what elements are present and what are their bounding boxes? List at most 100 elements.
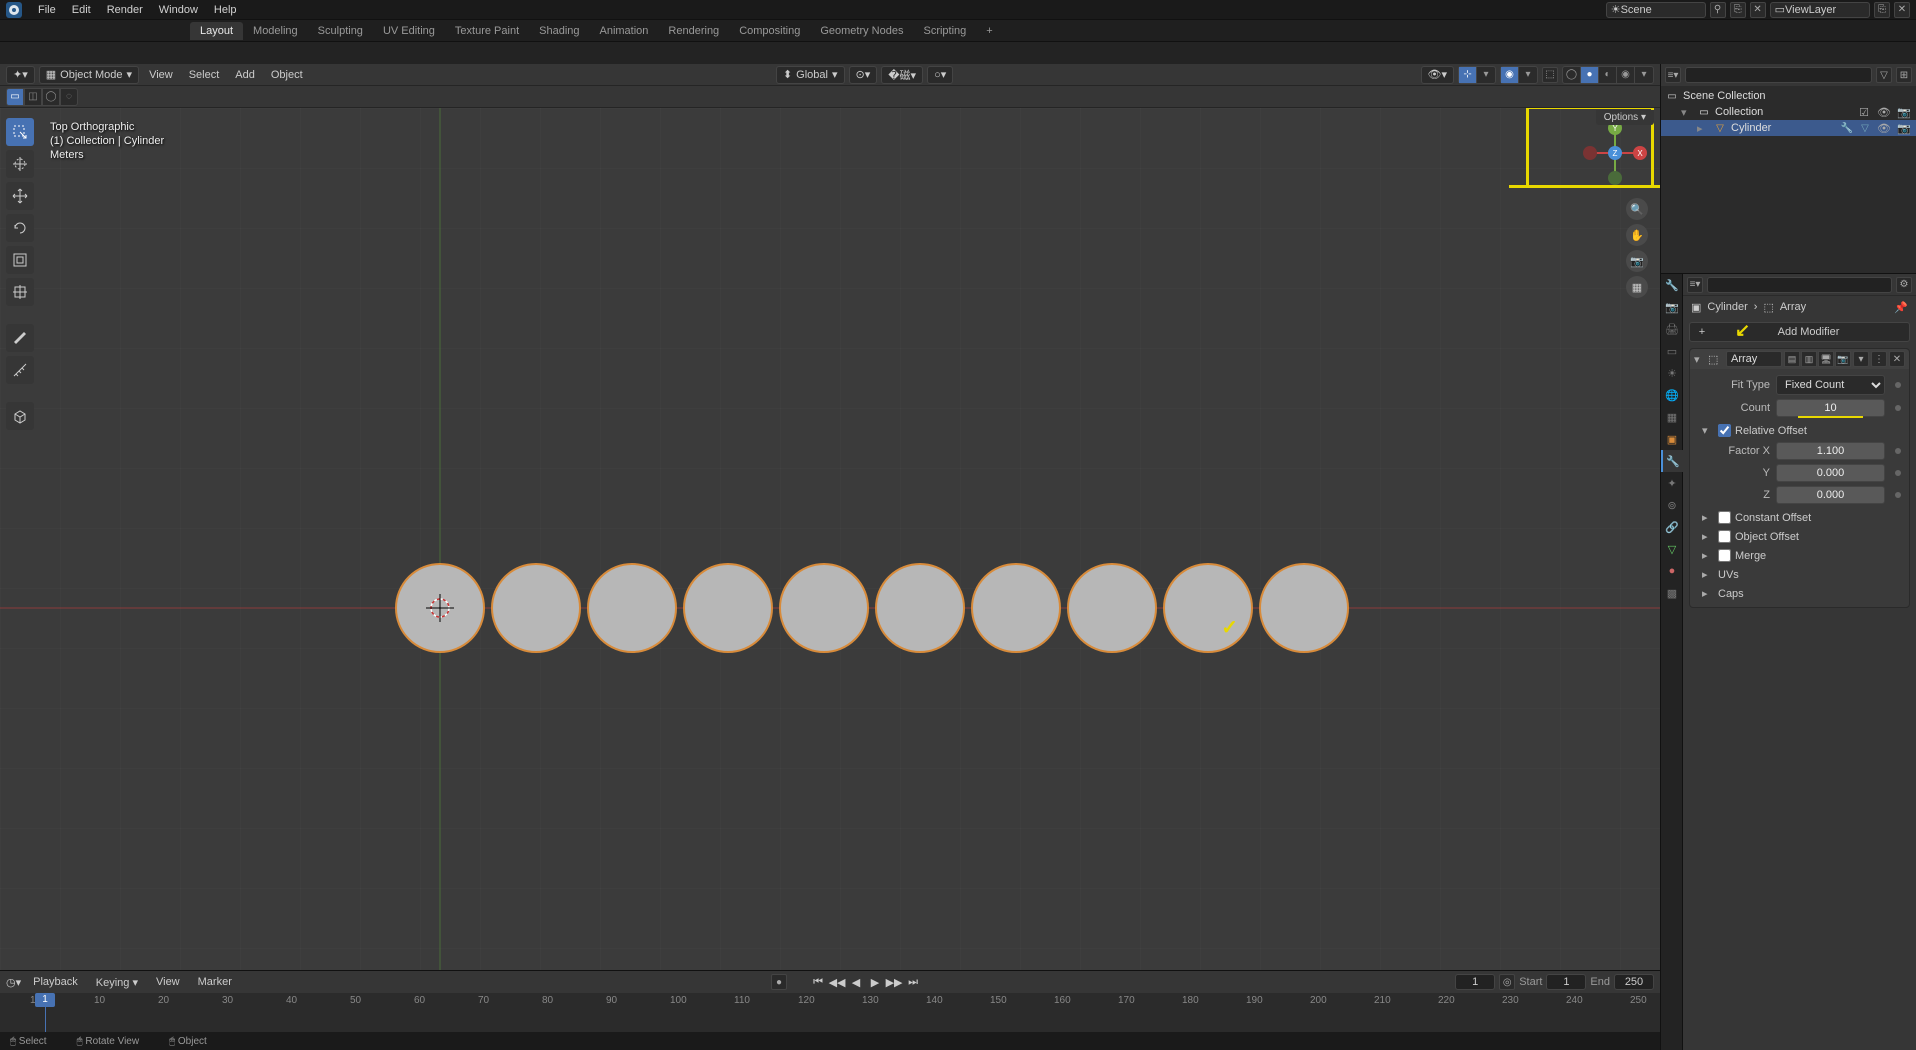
shading-dropdown-icon[interactable]: ▾ [1635, 67, 1653, 83]
playhead[interactable]: 1 [45, 993, 46, 1032]
ptab-tool-icon[interactable]: 🔧 [1661, 274, 1683, 296]
play-icon[interactable]: ▶ [866, 973, 884, 991]
pan-icon[interactable]: ✋ [1626, 224, 1648, 246]
snap-toggle[interactable]: �磁▾ [881, 66, 923, 84]
ptab-collection-icon[interactable]: ▦ [1661, 406, 1683, 428]
ptab-material-icon[interactable]: ● [1661, 560, 1683, 582]
timeline-playback[interactable]: Playback [27, 974, 84, 990]
overlay-icon[interactable]: ◉ [1501, 67, 1519, 83]
ptab-constraints-icon[interactable]: 🔗 [1661, 516, 1683, 538]
viewlayer-selector[interactable]: ▭ [1770, 2, 1870, 18]
outliner-object-cylinder[interactable]: ▸ ▽ Cylinder 🔧 ▽ 👁 📷 [1661, 120, 1916, 136]
shading-solid-icon[interactable]: ● [1581, 67, 1599, 83]
new-viewlayer-icon[interactable]: ⎘ [1874, 2, 1890, 18]
menu-edit[interactable]: Edit [64, 2, 99, 18]
ptab-world-icon[interactable]: 🌐 [1661, 384, 1683, 406]
fit-type-select[interactable]: Fixed Count [1776, 375, 1885, 395]
camera-view-icon[interactable]: 📷 [1626, 250, 1648, 272]
pivot-selector[interactable]: ⊙▾ [849, 66, 878, 84]
outliner-search[interactable] [1685, 67, 1872, 83]
tool-move[interactable] [6, 182, 34, 210]
ptab-texture-icon[interactable]: ▩ [1661, 582, 1683, 604]
tab-texture-paint[interactable]: Texture Paint [445, 22, 529, 40]
expand-toggle-icon[interactable]: ▾ [1681, 106, 1693, 119]
ptab-object-icon[interactable]: ▣ [1661, 428, 1683, 450]
scene-name-input[interactable] [1621, 4, 1701, 16]
tab-scripting[interactable]: Scripting [913, 22, 976, 40]
tab-compositing[interactable]: Compositing [729, 22, 810, 40]
visibility-icon[interactable]: 👁 [1876, 106, 1892, 119]
outliner-collection[interactable]: ▾ ▭ Collection ☑ 👁 📷 [1661, 104, 1916, 120]
visibility-toggle[interactable]: 👁▾ [1421, 66, 1455, 84]
timeline-editor-type-icon[interactable]: ◷▾ [6, 976, 21, 989]
timeline-track[interactable]: 1 11020304050607080901001101201301401501… [0, 993, 1660, 1032]
xray-toggle[interactable]: ⬚ [1542, 67, 1558, 83]
properties-editor-type-icon[interactable]: ≡▾ [1687, 277, 1703, 293]
relative-offset-header[interactable]: ▾ Relative Offset [1698, 421, 1901, 440]
timeline-marker[interactable]: Marker [192, 974, 238, 990]
select-tweak-icon[interactable]: ▭ [6, 88, 24, 106]
caps-header[interactable]: ▸Caps [1698, 584, 1901, 603]
menu-add[interactable]: Add [229, 67, 261, 83]
expand-toggle-icon[interactable]: ▸ [1697, 122, 1709, 135]
mod-ontop-icon[interactable]: ▤ [1784, 351, 1800, 367]
select-circle-icon[interactable]: ◯ [42, 88, 60, 106]
tool-add-primitive[interactable] [6, 402, 34, 430]
mod-extras-icon[interactable]: ⋮ [1871, 351, 1887, 367]
next-key-icon[interactable]: ▶▶ [885, 973, 903, 991]
uvs-header[interactable]: ▸UVs [1698, 565, 1901, 584]
object-offset-checkbox[interactable] [1718, 530, 1731, 543]
delete-scene-icon[interactable]: ✕ [1750, 2, 1766, 18]
tab-add-workspace[interactable]: + [976, 22, 1002, 40]
jump-start-icon[interactable]: ⏮ [809, 973, 827, 991]
viewport-options-dropdown[interactable]: Options ▾ [1596, 110, 1654, 125]
menu-render[interactable]: Render [99, 2, 151, 18]
pin-scene-icon[interactable]: ⚲ [1710, 2, 1726, 18]
outliner-scene-collection[interactable]: ▭ Scene Collection [1661, 88, 1916, 104]
merge-checkbox[interactable] [1718, 549, 1731, 562]
prev-key-icon[interactable]: ◀◀ [828, 973, 846, 991]
frame-lock-icon[interactable]: ◎ [1499, 974, 1515, 990]
tab-shading[interactable]: Shading [529, 22, 589, 40]
tool-select-box[interactable] [6, 118, 34, 146]
gizmo-icon[interactable]: ⊹ [1459, 67, 1477, 83]
timeline-keying[interactable]: Keying ▾ [90, 974, 144, 991]
outliner-new-collection-icon[interactable]: ⊞ [1896, 67, 1912, 83]
relative-offset-checkbox[interactable] [1718, 424, 1731, 437]
outliner-filter-icon[interactable]: ▽ [1876, 67, 1892, 83]
end-frame[interactable]: 250 [1614, 974, 1654, 990]
collapse-toggle-icon[interactable]: ▾ [1702, 424, 1714, 437]
tool-rotate[interactable] [6, 214, 34, 242]
mode-selector[interactable]: ▦Object Mode ▾ [39, 66, 139, 84]
breadcrumb-modifier[interactable]: Array [1780, 301, 1806, 313]
perspective-toggle-icon[interactable]: ▦ [1626, 276, 1648, 298]
constant-offset-header[interactable]: ▸Constant Offset [1698, 508, 1901, 527]
ptab-scene-icon[interactable]: ☀ [1661, 362, 1683, 384]
tool-annotate[interactable] [6, 324, 34, 352]
start-frame[interactable]: 1 [1546, 974, 1586, 990]
3d-viewport[interactable]: Top Orthographic (1) Collection | Cylind… [0, 108, 1660, 970]
anim-dot-icon[interactable] [1895, 492, 1901, 498]
merge-header[interactable]: ▸Merge [1698, 546, 1901, 565]
orientation-selector[interactable]: ⬍Global ▾ [776, 66, 845, 84]
scene-selector[interactable]: ☀ [1606, 2, 1706, 18]
shading-wireframe-icon[interactable]: ◯ [1563, 67, 1581, 83]
timeline-view[interactable]: View [150, 974, 186, 990]
anim-dot-icon[interactable] [1895, 405, 1901, 411]
mod-realtime-icon[interactable]: 🖥 [1818, 351, 1834, 367]
factor-x-input[interactable]: 1.100 [1776, 442, 1885, 460]
ptab-viewlayer-icon[interactable]: ▭ [1661, 340, 1683, 362]
zoom-icon[interactable]: 🔍 [1626, 198, 1648, 220]
add-modifier-button[interactable]: +Add Modifier [1689, 322, 1910, 342]
anim-dot-icon[interactable] [1895, 382, 1901, 388]
tab-animation[interactable]: Animation [590, 22, 659, 40]
breadcrumb-object[interactable]: Cylinder [1707, 301, 1747, 313]
tool-transform[interactable] [6, 278, 34, 306]
pin-icon[interactable]: 📌 [1894, 301, 1908, 314]
mod-editmode-icon[interactable]: ▥ [1801, 351, 1817, 367]
tab-uv-editing[interactable]: UV Editing [373, 22, 445, 40]
menu-file[interactable]: File [30, 2, 64, 18]
tab-modeling[interactable]: Modeling [243, 22, 308, 40]
collection-exclude-icon[interactable]: ☑ [1856, 106, 1872, 119]
menu-help[interactable]: Help [206, 2, 245, 18]
